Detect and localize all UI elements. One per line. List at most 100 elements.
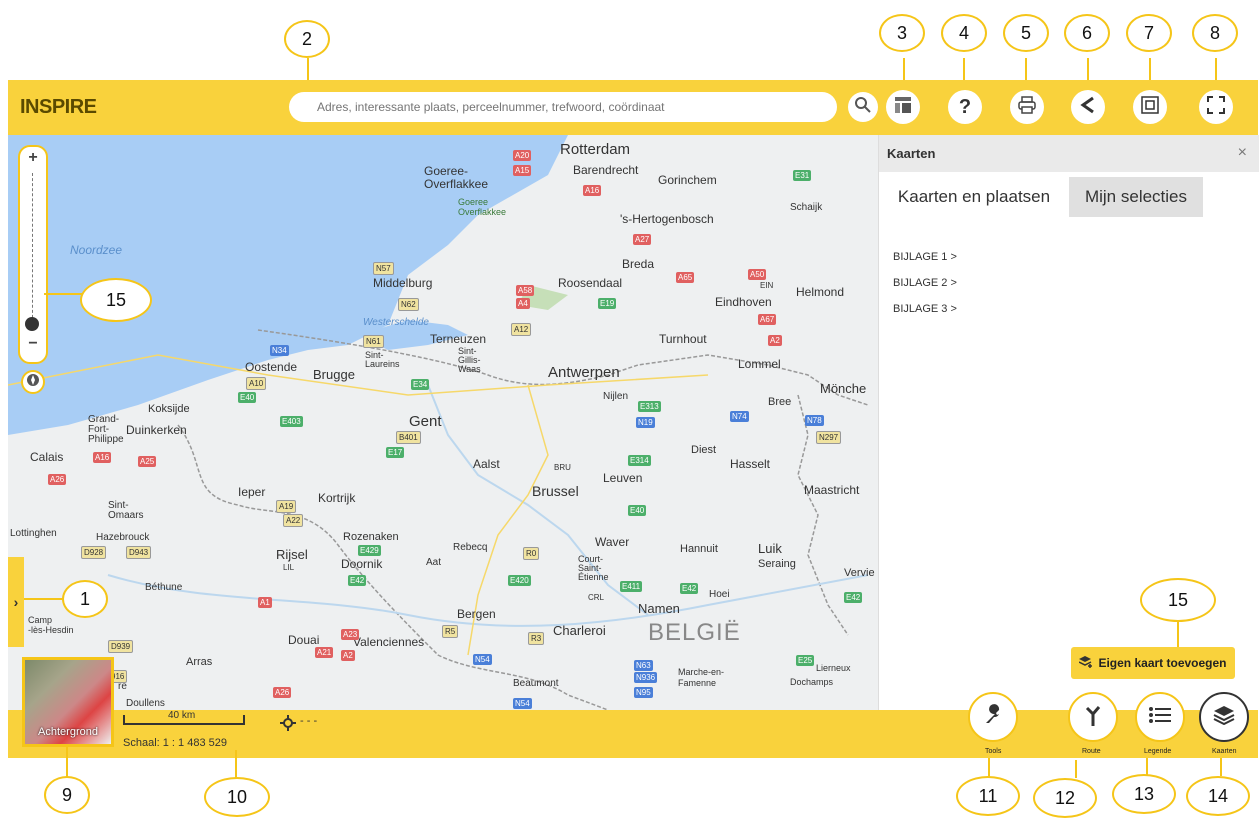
city-label: Douai [288, 633, 320, 647]
road-shield: E403 [280, 416, 303, 427]
road-shield: N54 [473, 654, 492, 665]
frame-button[interactable] [1133, 90, 1167, 124]
city-label: Marche-en- Famenne [678, 667, 725, 688]
road-shield: A2 [768, 335, 782, 346]
tab-maps-and-places[interactable]: Kaarten en plaatsen [879, 177, 1069, 217]
city-label: Hazebrouck [96, 532, 150, 543]
callout-leader [24, 598, 64, 600]
zoom-out-button[interactable]: − [20, 335, 46, 353]
road-shield: A22 [283, 514, 304, 527]
road-shield: N61 [363, 335, 384, 348]
city-label: Sint- Omaars [108, 500, 144, 521]
tab-my-selections[interactable]: Mijn selecties [1069, 177, 1203, 217]
crosshair-icon[interactable] [280, 715, 296, 736]
city-label: Luik [758, 541, 782, 556]
road-shield: N95 [634, 687, 653, 698]
list-item[interactable]: BIJLAGE 3 > [893, 303, 957, 315]
callout-leader [235, 750, 237, 778]
city-label: Middelburg [373, 276, 433, 290]
app-logo[interactable]: INSPIRE [20, 96, 97, 119]
bottom-bar: 40 km Schaal: 1 : 1 483 529 - - - Tools … [8, 692, 1258, 758]
zoom-slider-track[interactable] [32, 173, 33, 323]
city-label: Breda [622, 257, 655, 271]
city-label: Court- Saint- Étienne [578, 554, 609, 582]
city-label: Diest [691, 444, 717, 456]
layout-button[interactable] [886, 90, 920, 124]
road-shield: A4 [516, 298, 530, 309]
city-label: Hoei [709, 589, 730, 600]
road-shield: E17 [386, 447, 405, 458]
print-button[interactable] [1010, 90, 1044, 124]
city-label: Sint- Laureins [365, 350, 400, 369]
road-shield: N297 [816, 431, 842, 444]
map-canvas[interactable]: Noordzee Rotterdam Barendrecht Gorinchem… [8, 135, 878, 710]
callout-leader [66, 747, 68, 777]
city-label: Oostende [245, 360, 298, 374]
list-item[interactable]: BIJLAGE 1 > [893, 251, 957, 263]
callout-9: 9 [44, 776, 90, 814]
city-label: Lommel [738, 357, 781, 371]
callout-10: 10 [204, 777, 270, 817]
zoom-slider-handle[interactable] [25, 317, 39, 331]
road-shield: N63 [634, 660, 653, 671]
search-input[interactable] [289, 92, 837, 122]
list-item[interactable]: BIJLAGE 2 > [893, 277, 957, 289]
sidebar-toggle[interactable]: › [8, 557, 24, 647]
city-label: CRL [588, 593, 605, 602]
city-label: Seraing [758, 558, 796, 570]
city-label: Ieper [238, 485, 266, 499]
callout-leader [1177, 620, 1179, 647]
chevron-right-icon: › [13, 594, 19, 610]
close-icon[interactable]: × [1238, 144, 1247, 162]
share-icon [1080, 96, 1096, 119]
callout-6: 6 [1064, 14, 1110, 52]
road-shield: A67 [758, 314, 777, 325]
callout-12: 12 [1033, 778, 1097, 818]
city-label: Charleroi [553, 623, 606, 638]
fullscreen-button[interactable] [1199, 90, 1233, 124]
layout-icon [894, 96, 912, 119]
legend-button[interactable] [1135, 692, 1185, 742]
fullscreen-icon [1207, 95, 1225, 119]
road-shield: E429 [358, 545, 381, 556]
city-label: Lierneux [816, 663, 851, 673]
road-shield: A58 [516, 285, 535, 296]
tools-label: Tools [985, 748, 1002, 755]
city-label: Nijlen [603, 391, 629, 402]
callout-8: 8 [1192, 14, 1238, 52]
road-shield: N936 [634, 672, 658, 683]
road-shield: E19 [598, 298, 617, 309]
road-shield: N54 [513, 698, 532, 709]
city-label: Calais [30, 450, 64, 464]
city-label: LIL [283, 563, 295, 572]
search-button[interactable] [848, 92, 878, 122]
callout-leader [1075, 760, 1077, 778]
city-label: Bergen [457, 607, 496, 621]
road-shield: R5 [442, 625, 459, 638]
tools-button[interactable] [968, 692, 1018, 742]
route-label: Route [1082, 748, 1101, 755]
city-label: Maastricht [804, 483, 860, 497]
route-icon [1084, 704, 1102, 731]
road-shield: E40 [238, 392, 257, 403]
callout-5: 5 [1003, 14, 1049, 52]
share-button[interactable] [1071, 90, 1105, 124]
help-button[interactable]: ? [948, 90, 982, 124]
road-shield: E313 [638, 401, 661, 412]
locate-button[interactable] [21, 370, 45, 394]
route-button[interactable] [1068, 692, 1118, 742]
background-switcher[interactable]: Achtergrond [22, 657, 114, 747]
city-label: 's-Hertogenbosch [620, 212, 714, 226]
city-label: Hannuit [680, 543, 718, 555]
zoom-in-button[interactable]: + [20, 149, 46, 167]
maps-button[interactable] [1199, 692, 1249, 742]
add-own-map-button[interactable]: Eigen kaart toevoegen [1071, 647, 1235, 679]
print-icon [1017, 95, 1037, 119]
city-label: Roosendaal [558, 276, 623, 290]
callout-2: 2 [284, 20, 330, 58]
city-label: Beaumont [513, 678, 559, 689]
callout-7: 7 [1126, 14, 1172, 52]
road-shield: R3 [528, 632, 545, 645]
callout-15: 15 [80, 278, 152, 322]
road-shield: A27 [633, 234, 652, 245]
